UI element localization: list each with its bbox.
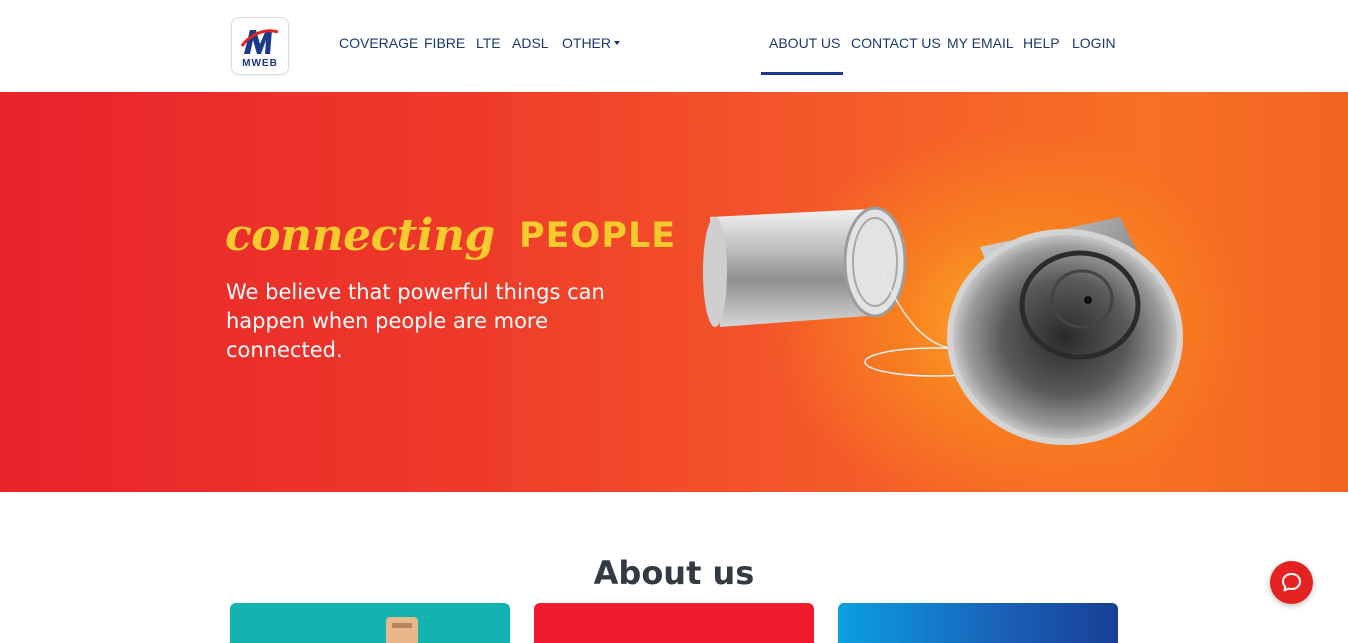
nav-other-label: OTHER (562, 35, 611, 51)
about-card-2[interactable] (534, 603, 814, 643)
about-card-1[interactable] (230, 603, 510, 643)
nav-other-dropdown[interactable]: OTHER (562, 35, 620, 51)
mweb-logo-icon (240, 29, 279, 54)
mweb-logo[interactable]: MWEB (231, 17, 289, 75)
chat-bubble-icon (1282, 573, 1301, 592)
nav-fibre[interactable]: FIBRE (424, 35, 465, 51)
nav-adsl[interactable]: ADSL (512, 35, 549, 51)
chevron-down-icon (614, 41, 620, 45)
about-us-title: About us (593, 553, 755, 592)
site-header: MWEB COVERAGE FIBRE LTE ADSL OTHER ABOUT… (0, 0, 1348, 92)
nav-contact-us[interactable]: CONTACT US (851, 35, 941, 51)
hero-headline-caps: PEOPLE (519, 216, 677, 256)
nav-my-email[interactable]: MY EMAIL (947, 35, 1014, 51)
about-card-3[interactable] (838, 603, 1118, 643)
hero-body-text: We believe that powerful things can happ… (226, 280, 605, 362)
nav-about-us[interactable]: ABOUT US (769, 35, 840, 51)
card-illustration (386, 617, 418, 643)
logo-text: MWEB (242, 58, 278, 69)
nav-help[interactable]: HELP (1023, 35, 1060, 51)
nav-login[interactable]: LOGIN (1072, 35, 1116, 51)
hero-banner: connecting PEOPLE We believe that powerf… (0, 92, 1348, 492)
nav-coverage[interactable]: COVERAGE (339, 35, 418, 51)
active-nav-indicator (761, 72, 843, 75)
tin-can-telephone-image (703, 206, 1183, 445)
chat-button[interactable] (1270, 561, 1313, 604)
hero-headline-script: connecting (225, 210, 495, 261)
nav-lte[interactable]: LTE (476, 35, 501, 51)
